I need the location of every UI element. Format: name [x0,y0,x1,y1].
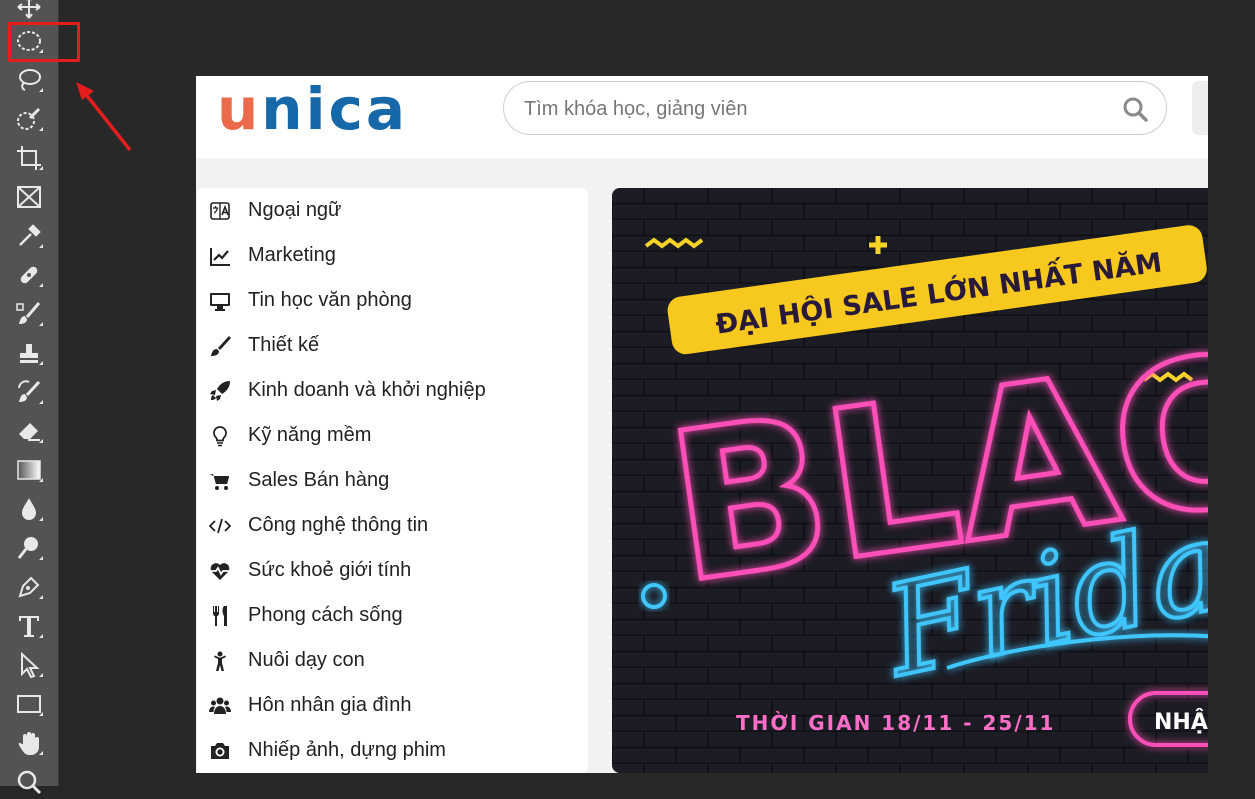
category-item-nuoi-day-con[interactable]: Nuôi dạy con [209,638,579,683]
camera-icon [211,742,229,759]
frame-tool-icon [17,186,41,208]
category-label: Kinh doanh và khởi nghiệp [248,379,486,401]
desktop-icon [210,292,230,311]
photoshop-toolbar [0,0,59,795]
category-menu: Ngoại ngữ Marketing Tin học văn phòng Th… [197,188,588,773]
users-icon [209,697,231,714]
zoom-tool[interactable] [9,765,49,799]
unica-webpage: unica Ngoại ngữ Marketing Tin học văn ph… [196,76,1208,773]
unica-logo[interactable]: unica [217,77,408,141]
category-item-kinh-doanh[interactable]: Kinh doanh và khởi nghiệp [209,368,579,413]
eraser-tool[interactable] [9,414,49,448]
eyedropper-tool[interactable] [9,219,49,253]
dodge-tool[interactable] [9,531,49,565]
brush-tool[interactable] [9,297,49,331]
category-label: Kỹ năng mềm [248,424,372,446]
category-label: Sales Bán hàng [248,469,390,491]
category-label: Thiết kế [248,334,320,356]
rocket-icon [210,380,230,401]
category-label: Sức khoẻ giới tính [248,559,412,581]
tool-highlight-box [8,22,80,62]
category-item-ngoai-ngu[interactable]: Ngoại ngữ [209,188,579,233]
category-item-marketing[interactable]: Marketing [209,233,579,278]
category-label: Ngoại ngữ [248,199,342,221]
category-label: Phong cách sống [248,604,403,626]
red-arrow-annotation [76,82,132,152]
child-icon [214,651,226,671]
category-item-hon-nhan[interactable]: Hôn nhân gia đình [209,683,579,728]
search-input[interactable] [522,82,1106,136]
hand-tool[interactable] [9,726,49,760]
category-label: Marketing [248,244,336,266]
cutlery-icon [213,605,227,626]
quick-selection-tool[interactable] [9,102,49,136]
crop-tool[interactable] [9,141,49,175]
history-brush[interactable] [9,375,49,409]
zoom-tool-icon [17,770,42,795]
lightbulb-icon [213,425,227,446]
category-item-sales[interactable]: Sales Bán hàng [209,458,579,503]
search-icon[interactable] [1122,96,1148,122]
language-icon [210,201,230,220]
category-item-phong-cach-song[interactable]: Phong cách sống [209,593,579,638]
category-item-tin-hoc-van-phong[interactable]: Tin học văn phòng [209,278,579,323]
category-label: Công nghệ thông tin [248,514,429,536]
spot-healing-brush[interactable] [9,258,49,292]
path-selection-tool[interactable] [9,648,49,682]
rectangle-tool[interactable] [9,687,49,721]
type-tool[interactable] [9,609,49,643]
category-label: Nhiếp ảnh, dựng phim [248,739,446,761]
shopping-cart-icon [210,473,229,490]
black-friday-banner[interactable]: ĐẠI HỘI SALE LỚN NHẤT NĂM BLACK Friday T… [612,188,1208,773]
heartbeat-icon [210,562,230,580]
blur-tool[interactable] [9,492,49,526]
search-box [503,81,1167,136]
cta-label: NHẬN [1154,708,1208,735]
header-button-partial[interactable] [1192,81,1208,135]
pen-tool[interactable] [9,570,49,604]
lasso-tool[interactable] [9,63,49,97]
move-tool[interactable] [9,0,49,24]
gradient-tool[interactable] [9,453,49,487]
logo-letter-u: u [217,76,262,143]
line-chart-icon [210,247,230,266]
site-header: unica [196,76,1208,158]
category-item-cong-nghe[interactable]: Công nghệ thông tin [209,503,579,548]
category-label: Hôn nhân gia đình [248,694,412,716]
category-item-thiet-ke[interactable]: Thiết kế [209,323,579,368]
move-tool-icon [17,0,41,19]
frame-tool[interactable] [9,180,49,214]
category-item-suc-khoe[interactable]: Sức khoẻ giới tính [209,548,579,593]
code-icon [209,518,231,533]
clone-stamp-tool[interactable] [9,336,49,370]
category-label: Tin học văn phòng [248,289,412,311]
category-item-nhiep-anh[interactable]: Nhiếp ảnh, dựng phim [209,728,579,773]
paint-brush-icon [211,335,231,356]
sale-period-text: THỜI GIAN 18/11 - 25/11 [736,711,1055,735]
category-label: Nuôi dạy con [248,649,365,671]
category-item-ky-nang-mem[interactable]: Kỹ năng mềm [209,413,579,458]
logo-text: nica [261,76,408,143]
